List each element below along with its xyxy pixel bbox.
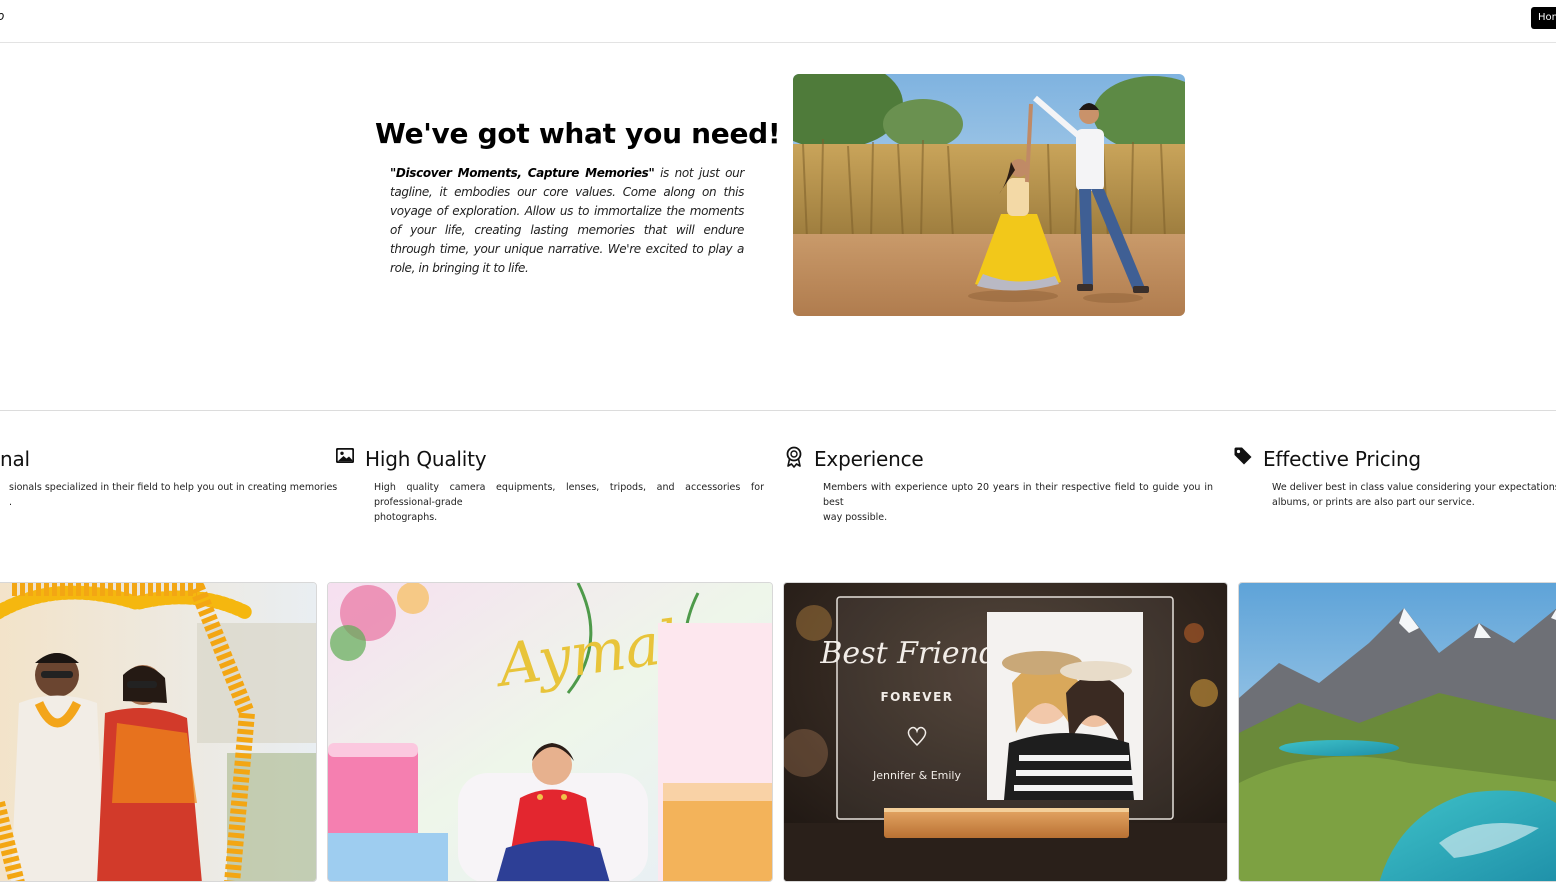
gallery-card-birthday[interactable]: Aymala	[327, 582, 773, 882]
hero-description: "Discover Moments, Capture Memories" is …	[390, 164, 744, 278]
frame-title-text: Best Friends	[819, 636, 1013, 671]
feature-title: Experience	[814, 447, 924, 471]
feature-description: sionals specialized in their field to he…	[9, 482, 338, 508]
wedding-photo	[0, 583, 316, 881]
award-icon	[784, 446, 804, 468]
hero-tagline: "Discover Moments, Capture Memories"	[390, 166, 655, 180]
feature-description: We deliver best in class value consideri…	[1272, 482, 1556, 508]
feature-title: Effective Pricing	[1263, 447, 1421, 471]
feature-title: High Quality	[365, 447, 487, 471]
section-divider	[0, 410, 1556, 411]
mountain-lake-photo	[1239, 583, 1556, 881]
brand-logo-text[interactable]: dio	[0, 9, 4, 23]
hero-body-text: is not just our tagline, it embodies our…	[390, 166, 744, 275]
birthday-photo: Aymala	[328, 583, 772, 881]
top-navbar: dio Home	[0, 0, 1556, 43]
tag-icon	[1233, 446, 1253, 466]
gallery-card-best-friends[interactable]: Best Friends FOREVER Jennifer & Emily	[783, 582, 1228, 882]
hero-title: We've got what you need!	[375, 117, 781, 150]
gallery-card-landscape[interactable]	[1238, 582, 1556, 882]
nav-home-button[interactable]: Home	[1531, 7, 1556, 29]
feature-description: Members with experience upto 20 years in…	[823, 482, 1213, 523]
image-icon	[335, 446, 355, 466]
hero-couple-photo	[793, 74, 1185, 316]
frame-names-text: Jennifer & Emily	[872, 769, 962, 782]
feature-title: nal	[0, 447, 30, 471]
feature-description: High quality camera equipments, lenses, …	[374, 482, 764, 523]
best-friends-frame-photo: Best Friends FOREVER Jennifer & Emily	[784, 583, 1227, 881]
frame-subtitle-text: FOREVER	[880, 690, 953, 704]
gallery-card-wedding[interactable]	[0, 582, 317, 882]
